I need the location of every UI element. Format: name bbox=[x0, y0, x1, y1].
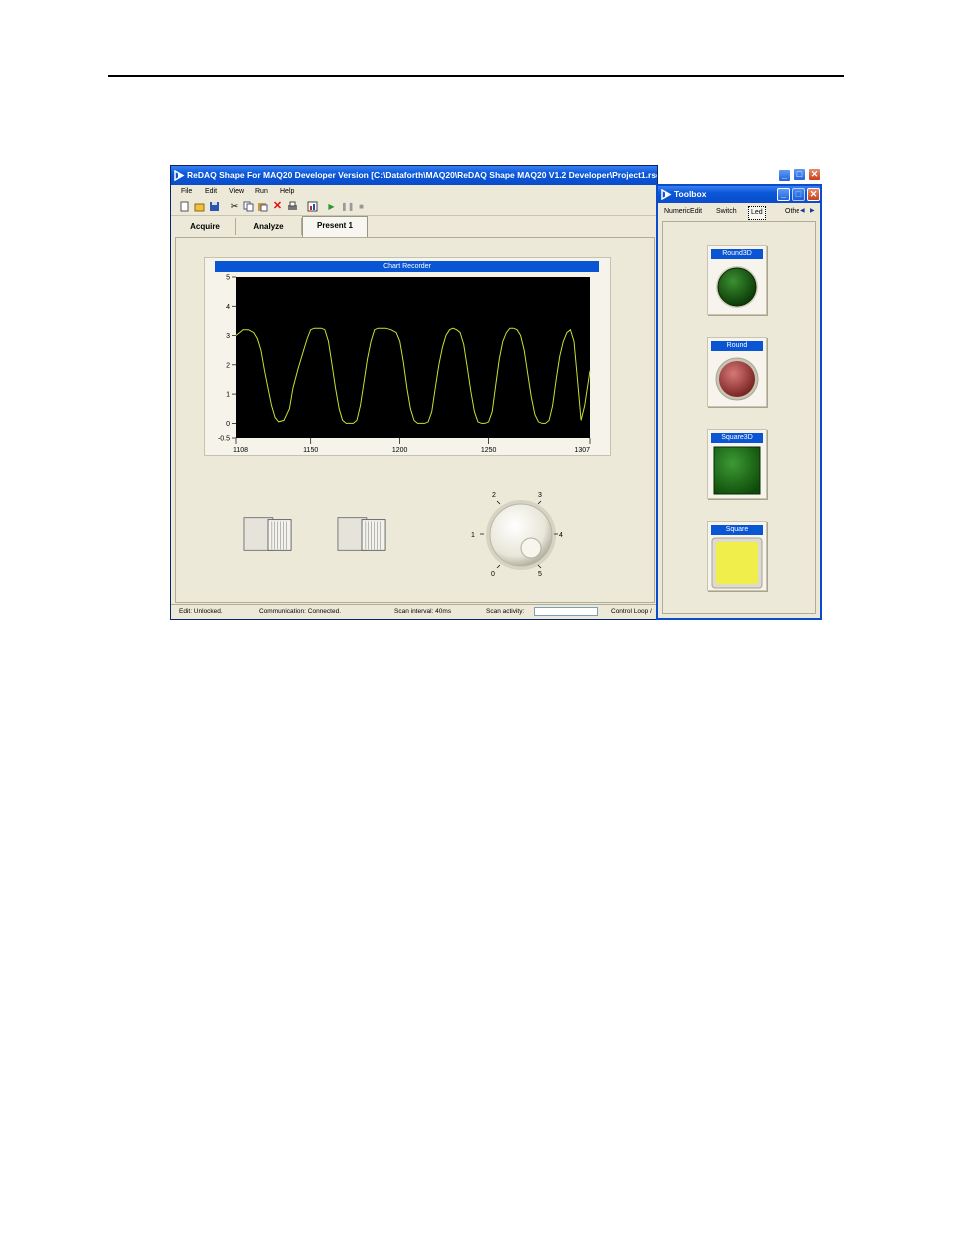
y-tick-label: -0.5 bbox=[218, 436, 230, 443]
window-title: ReDAQ Shape For MAQ20 Developer Version … bbox=[187, 170, 657, 180]
y-tick-label: 4 bbox=[226, 304, 230, 311]
app-icon bbox=[174, 170, 185, 181]
main-titlebar[interactable]: ReDAQ Shape For MAQ20 Developer Version … bbox=[171, 166, 657, 185]
page-rule bbox=[108, 75, 844, 77]
toolbox-close-button[interactable]: ✕ bbox=[807, 188, 820, 201]
save-icon[interactable] bbox=[209, 201, 220, 212]
status-control-loop: Control Loop / bbox=[611, 608, 652, 615]
open-folder-icon[interactable] bbox=[194, 201, 205, 212]
toolbox-minimize-button[interactable]: _ bbox=[777, 188, 790, 201]
tab-analyze[interactable]: Analyze bbox=[236, 218, 302, 235]
led-round-preview bbox=[715, 357, 759, 401]
copy-icon[interactable] bbox=[243, 201, 254, 212]
y-tick-label: 3 bbox=[226, 333, 230, 340]
y-tick-label: 0 bbox=[226, 421, 230, 428]
status-scan-activity: Scan activity: bbox=[486, 608, 525, 615]
y-tick-label: 1 bbox=[226, 392, 230, 399]
pause-icon[interactable]: ❚❚ bbox=[341, 201, 354, 212]
x-tick-label: 1250 bbox=[481, 447, 497, 454]
chart-icon[interactable] bbox=[307, 201, 318, 212]
toggle-switch-2[interactable] bbox=[337, 516, 387, 552]
menu-file[interactable]: File bbox=[181, 185, 192, 199]
scan-activity-bar bbox=[534, 607, 598, 616]
knob-label-4: 4 bbox=[559, 532, 563, 539]
toolbox-tab-other[interactable]: Othe bbox=[785, 206, 799, 218]
status-communication: Communication: Connected. bbox=[259, 608, 342, 615]
print-icon[interactable] bbox=[287, 201, 298, 212]
stop-icon[interactable]: ■ bbox=[356, 201, 367, 212]
tab-scroll-right-icon[interactable]: ▶ bbox=[810, 207, 815, 214]
led-square-label: Square bbox=[711, 525, 763, 535]
led-round3d[interactable]: Round3D bbox=[707, 245, 767, 315]
led-round3d-preview bbox=[716, 266, 758, 308]
delete-icon[interactable]: ✕ bbox=[272, 201, 283, 212]
led-square-preview bbox=[711, 537, 763, 589]
led-round[interactable]: Round bbox=[707, 337, 767, 407]
new-file-icon[interactable] bbox=[179, 201, 190, 212]
cut-icon[interactable]: ✂ bbox=[229, 201, 240, 212]
status-edit: Edit: Unlocked. bbox=[179, 608, 223, 615]
maximize-button[interactable]: □ bbox=[793, 168, 806, 181]
y-tick-label: 5 bbox=[226, 275, 230, 282]
chart-plot: 5 4 3 2 1 0 -0.5 1108 1150 1200 1250 1307 bbox=[218, 275, 591, 454]
toolbox-tab-numericedit[interactable]: NumericEdit bbox=[664, 206, 702, 218]
paste-icon[interactable] bbox=[257, 201, 268, 212]
knob-label-5: 5 bbox=[538, 571, 542, 577]
knob-label-0: 0 bbox=[491, 571, 495, 577]
main-window: ReDAQ Shape For MAQ20 Developer Version … bbox=[170, 165, 791, 620]
menu-help[interactable]: Help bbox=[280, 185, 294, 199]
toolbox-app-icon bbox=[661, 189, 672, 200]
x-tick-label: 1307 bbox=[574, 447, 590, 454]
knob-label-1: 1 bbox=[471, 532, 475, 539]
toolbox-maximize-button[interactable]: □ bbox=[792, 188, 805, 201]
x-tick-label: 1150 bbox=[303, 447, 318, 454]
led-square[interactable]: Square bbox=[707, 521, 767, 591]
led-square3d-label: Square3D bbox=[711, 433, 763, 443]
toolbar: ✂ ✕ ▶ ❚❚ ■ bbox=[171, 199, 657, 216]
toolbox-title: Toolbox bbox=[674, 189, 707, 199]
toolbox-window: Toolbox _ □ ✕ NumericEdit Switch Led Oth… bbox=[656, 184, 822, 620]
led-square3d[interactable]: Square3D bbox=[707, 429, 767, 499]
status-scan-interval: Scan interval: 40ms bbox=[394, 608, 452, 615]
tab-scroll-left-icon[interactable]: ◀ bbox=[800, 207, 805, 214]
menu-run[interactable]: Run bbox=[255, 185, 268, 199]
chart-recorder[interactable]: Chart Recorder 5 4 3 2 1 0 -0.5 1108 1150 1200 12… bbox=[204, 257, 611, 456]
rotary-knob[interactable]: 0 1 2 3 4 5 bbox=[467, 489, 577, 577]
tab-acquire[interactable]: Acquire bbox=[175, 218, 236, 235]
toolbox-tab-switch[interactable]: Switch bbox=[716, 206, 737, 218]
run-icon[interactable]: ▶ bbox=[326, 201, 337, 212]
knob-label-2: 2 bbox=[492, 492, 496, 499]
menu-bar: File Edit View Run Help bbox=[171, 185, 657, 199]
led-round-label: Round bbox=[711, 341, 763, 351]
toggle-switch-1[interactable] bbox=[243, 516, 293, 552]
toolbox-tabs: NumericEdit Switch Led Othe ◀ ▶ bbox=[658, 203, 820, 220]
tab-present-1[interactable]: Present 1 bbox=[302, 216, 368, 237]
menu-view[interactable]: View bbox=[229, 185, 244, 199]
plot-area bbox=[236, 277, 590, 438]
tab-strip: Acquire Analyze Present 1 bbox=[171, 216, 657, 237]
toolbox-tab-led[interactable]: Led bbox=[748, 206, 766, 220]
led-square3d-preview bbox=[713, 446, 761, 495]
minimize-button[interactable]: _ bbox=[778, 169, 791, 182]
knob-label-3: 3 bbox=[538, 492, 542, 499]
x-tick-label: 1200 bbox=[392, 447, 408, 454]
led-round3d-label: Round3D bbox=[711, 249, 763, 259]
close-button[interactable]: ✕ bbox=[808, 168, 821, 181]
status-bar: Edit: Unlocked. Communication: Connected… bbox=[171, 604, 657, 619]
menu-edit[interactable]: Edit bbox=[205, 185, 217, 199]
y-tick-label: 2 bbox=[226, 362, 230, 369]
x-tick-label: 1108 bbox=[233, 447, 248, 454]
